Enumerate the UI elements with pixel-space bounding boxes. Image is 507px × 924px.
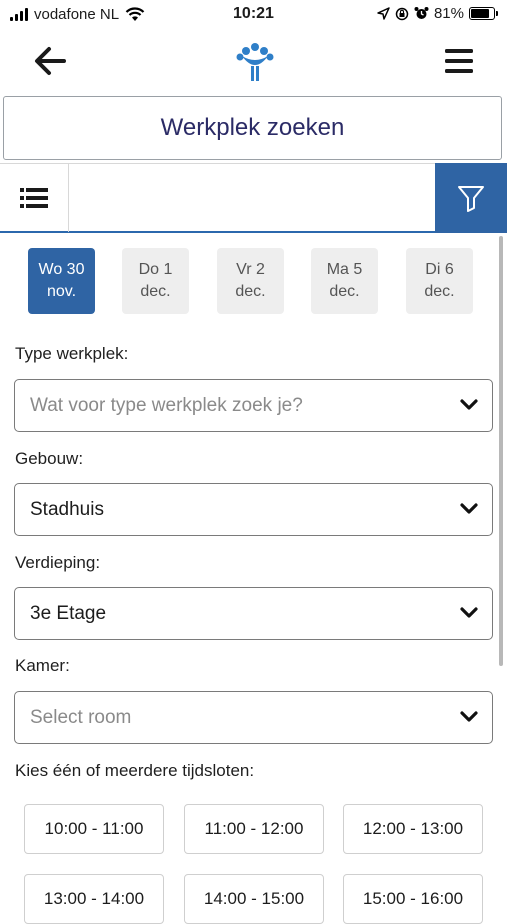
date-month: dec. bbox=[235, 283, 266, 300]
status-bar: vodafone NL 10:21 81% bbox=[0, 0, 507, 30]
arrow-left-icon[interactable] bbox=[32, 44, 70, 78]
orientation-lock-icon bbox=[395, 7, 409, 20]
battery-fill bbox=[471, 9, 489, 18]
date-option-3[interactable]: Ma 5 dec. bbox=[311, 248, 378, 314]
room-label: Kamer: bbox=[15, 656, 70, 675]
date-day: Di 6 bbox=[425, 261, 454, 278]
filter-button[interactable] bbox=[435, 163, 507, 233]
page-title: Werkplek zoeken bbox=[3, 96, 502, 160]
chevron-down-icon bbox=[460, 711, 478, 722]
search-input[interactable] bbox=[69, 164, 435, 232]
room-placeholder: Select room bbox=[30, 706, 132, 728]
building-value: Stadhuis bbox=[30, 498, 104, 520]
date-month: dec. bbox=[140, 283, 171, 300]
building-label: Gebouw: bbox=[15, 449, 84, 468]
battery-percent: 81% bbox=[433, 5, 464, 22]
date-month: dec. bbox=[329, 283, 360, 300]
chevron-down-icon bbox=[460, 503, 478, 514]
scrollbar[interactable] bbox=[499, 236, 503, 666]
date-day: Vr 2 bbox=[236, 261, 265, 278]
building-select[interactable]: Stadhuis bbox=[14, 483, 493, 536]
floor-select[interactable]: 3e Etage bbox=[14, 587, 493, 640]
organization-logo-icon bbox=[236, 43, 274, 81]
date-selector: Wo 30 nov. Do 1 dec. Vr 2 dec. Ma 5 dec.… bbox=[28, 248, 478, 314]
timeslot-button[interactable]: 10:00 - 11:00 bbox=[24, 804, 164, 854]
app-header bbox=[0, 36, 507, 88]
timeslot-button[interactable]: 15:00 - 16:00 bbox=[343, 874, 483, 924]
location-icon bbox=[377, 7, 390, 20]
timeslot-button[interactable]: 11:00 - 12:00 bbox=[184, 804, 324, 854]
list-view-button[interactable] bbox=[0, 164, 69, 232]
date-option-1[interactable]: Do 1 dec. bbox=[122, 248, 189, 314]
date-option-0[interactable]: Wo 30 nov. bbox=[28, 248, 95, 314]
date-day: Ma 5 bbox=[326, 261, 363, 278]
type-label: Type werkplek: bbox=[15, 344, 129, 363]
filter-icon bbox=[458, 186, 484, 212]
date-day: Wo 30 bbox=[38, 261, 85, 278]
search-bar bbox=[0, 163, 507, 233]
list-view-icon bbox=[20, 188, 48, 208]
type-placeholder: Wat voor type werkplek zoek je? bbox=[30, 394, 303, 416]
chevron-down-icon bbox=[460, 607, 478, 618]
timeslot-button[interactable]: 13:00 - 14:00 bbox=[24, 874, 164, 924]
timeslot-button[interactable]: 14:00 - 15:00 bbox=[184, 874, 324, 924]
floor-value: 3e Etage bbox=[30, 602, 107, 624]
date-month: nov. bbox=[46, 283, 77, 300]
type-select[interactable]: Wat voor type werkplek zoek je? bbox=[14, 379, 493, 432]
date-month: dec. bbox=[424, 283, 455, 300]
room-select[interactable]: Select room bbox=[14, 691, 493, 744]
date-option-4[interactable]: Di 6 dec. bbox=[406, 248, 473, 314]
chevron-down-icon bbox=[460, 399, 478, 410]
alarm-icon bbox=[414, 7, 429, 19]
date-day: Do 1 bbox=[138, 261, 173, 278]
battery-icon bbox=[469, 7, 498, 20]
hamburger-menu-icon[interactable] bbox=[443, 46, 475, 76]
timeslot-button[interactable]: 12:00 - 13:00 bbox=[343, 804, 483, 854]
timeslots-label: Kies één of meerdere tijdsloten: bbox=[15, 761, 255, 780]
floor-label: Verdieping: bbox=[15, 553, 101, 572]
status-right: 81% bbox=[377, 5, 498, 22]
date-option-2[interactable]: Vr 2 dec. bbox=[217, 248, 284, 314]
